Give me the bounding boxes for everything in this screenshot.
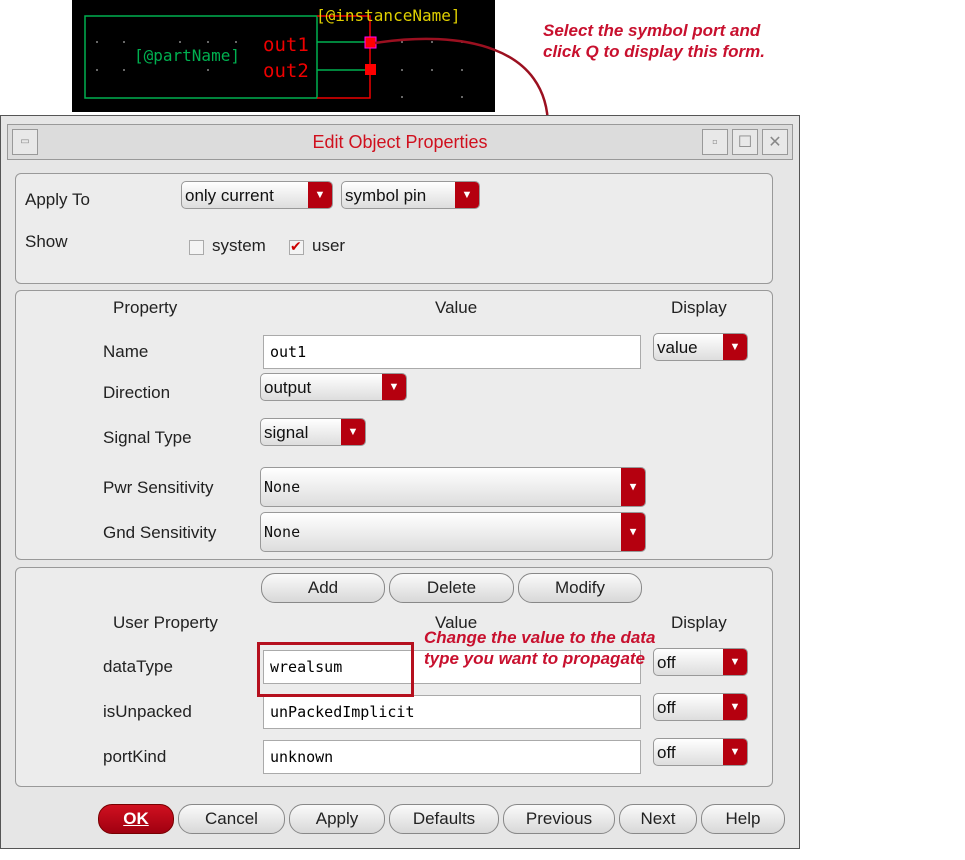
gnd-sensitivity-dropdown[interactable]: None ▼: [260, 512, 646, 552]
user-checkbox[interactable]: ✔: [289, 240, 304, 255]
edit-object-properties-dialog: ▭ Edit Object Properties ▫ ☐ ✕ Apply To …: [0, 115, 800, 849]
user-property-display-dropdown[interactable]: off ▼: [653, 738, 748, 766]
apply-to-label: Apply To: [25, 190, 90, 209]
apply-label: Apply: [315, 809, 359, 828]
previous-label: Previous: [525, 809, 593, 828]
instance-name-label: [@instanceName]: [316, 6, 461, 25]
apply-scope-value: only current: [185, 186, 274, 205]
pwr-sensitivity-value: None: [264, 478, 301, 496]
defaults-label: Defaults: [412, 809, 476, 828]
chevron-down-icon: ▼: [341, 419, 365, 445]
next-button[interactable]: Next: [619, 804, 697, 834]
value-header: Value: [435, 298, 478, 317]
apply-to-group: Apply To only current ▼ symbol pin ▼ Show …: [15, 173, 773, 284]
object-type-dropdown[interactable]: symbol pin ▼: [341, 181, 480, 209]
user-property-value-input[interactable]: unPackedImplicit: [263, 695, 641, 729]
user-property-name: isUnpacked: [103, 702, 192, 721]
signal-type-value: signal: [264, 423, 309, 442]
chevron-down-icon: ▼: [723, 694, 747, 720]
name-input[interactable]: out1: [263, 335, 641, 369]
instruction-note: Select the symbol port and click Q to di…: [543, 21, 765, 61]
chevron-down-icon: ▼: [621, 513, 645, 551]
chevron-down-icon: ▼: [308, 182, 332, 208]
help-button[interactable]: Help: [701, 804, 785, 834]
gnd-sensitivity-label: Gnd Sensitivity: [103, 523, 217, 542]
user-property-header: User Property: [113, 613, 218, 632]
name-display-dropdown[interactable]: value ▼: [653, 333, 748, 361]
signal-type-dropdown[interactable]: signal ▼: [260, 418, 366, 446]
chevron-down-icon: ▼: [621, 468, 645, 506]
value-change-note: Change the value to the data type you wa…: [424, 628, 656, 668]
object-type-value: symbol pin: [345, 186, 427, 205]
display-value: off: [657, 698, 676, 717]
close-icon[interactable]: ✕: [762, 129, 788, 155]
modify-button[interactable]: Modify: [518, 573, 642, 603]
signal-type-label: Signal Type: [103, 428, 192, 447]
display-header: Display: [671, 298, 727, 317]
cancel-button[interactable]: Cancel: [178, 804, 285, 834]
highlight-box: [257, 642, 414, 697]
property-header: Property: [113, 298, 178, 317]
user-label: user: [312, 236, 346, 255]
user-property-display-dropdown[interactable]: off ▼: [653, 693, 748, 721]
direction-dropdown[interactable]: output ▼: [260, 373, 407, 401]
part-name-label: [@partName]: [134, 46, 240, 65]
display-value: off: [657, 743, 676, 762]
maximize-icon[interactable]: ☐: [732, 129, 758, 155]
minimize-icon[interactable]: ▫: [702, 129, 728, 155]
help-label: Help: [725, 809, 761, 828]
user-display-header: Display: [671, 613, 727, 632]
direction-value: output: [264, 378, 312, 397]
apply-scope-dropdown[interactable]: only current ▼: [181, 181, 333, 209]
defaults-button[interactable]: Defaults: [389, 804, 499, 834]
user-property-value-input[interactable]: unknown: [263, 740, 641, 774]
chevron-down-icon: ▼: [382, 374, 406, 400]
pwr-sensitivity-dropdown[interactable]: None ▼: [260, 467, 646, 507]
gnd-sensitivity-value: None: [264, 523, 301, 541]
system-checkbox[interactable]: [189, 240, 204, 255]
user-property-display-dropdown[interactable]: off ▼: [653, 648, 748, 676]
name-label: Name: [103, 342, 149, 361]
show-label: Show: [25, 232, 68, 251]
chevron-down-icon: ▼: [723, 649, 747, 675]
pwr-sensitivity-label: Pwr Sensitivity: [103, 478, 214, 497]
ok-label: OK: [123, 809, 149, 828]
chevron-down-icon: ▼: [723, 334, 747, 360]
chevron-down-icon: ▼: [455, 182, 479, 208]
window-title: Edit Object Properties: [312, 132, 488, 152]
previous-button[interactable]: Previous: [503, 804, 615, 834]
pin-label-out2: out2: [263, 60, 309, 82]
chevron-down-icon: ▼: [723, 739, 747, 765]
pin-label-out1: out1: [263, 34, 309, 56]
system-label: system: [212, 236, 266, 255]
add-button[interactable]: Add: [261, 573, 385, 603]
properties-group: Property Value Display Name out1 value ▼ …: [15, 290, 773, 560]
cancel-label: Cancel: [205, 809, 258, 828]
title-bar[interactable]: ▭ Edit Object Properties ▫ ☐ ✕: [7, 124, 793, 160]
apply-button[interactable]: Apply: [289, 804, 385, 834]
direction-label: Direction: [103, 383, 171, 402]
delete-button[interactable]: Delete: [389, 573, 514, 603]
next-label: Next: [640, 809, 676, 828]
user-property-name: portKind: [103, 747, 167, 766]
user-property-name: dataType: [103, 657, 173, 676]
name-display-value: value: [657, 338, 698, 357]
ok-button[interactable]: OK: [98, 804, 174, 834]
